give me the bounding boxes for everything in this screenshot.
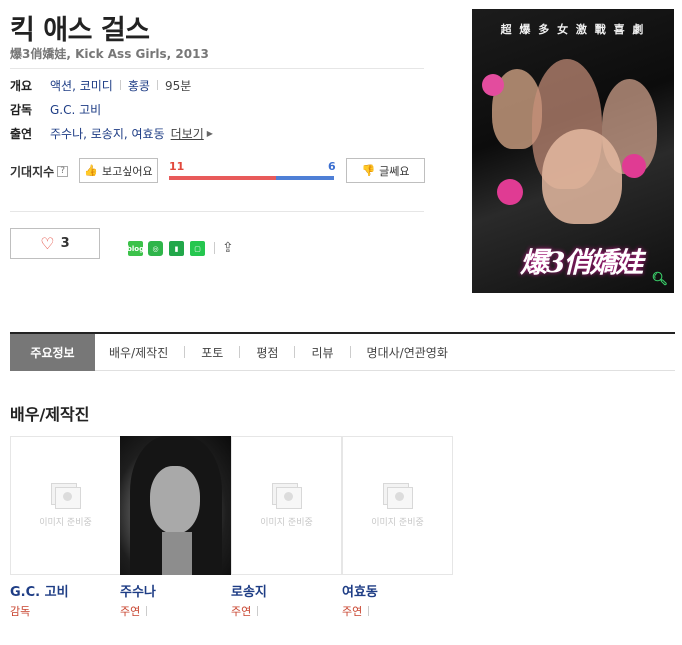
cast-card[interactable]: 이미지 준비중 여효동 주연 bbox=[342, 436, 453, 619]
tab-main-info[interactable]: 주요정보 bbox=[10, 333, 95, 371]
cast-photo-placeholder[interactable]: 이미지 준비중 bbox=[10, 436, 121, 575]
image-placeholder-icon bbox=[382, 483, 413, 509]
tab-cast-crew[interactable]: 배우/제작진 bbox=[109, 334, 168, 371]
share-icon[interactable]: ⇪ bbox=[222, 240, 234, 256]
separator bbox=[368, 606, 370, 616]
cast-name[interactable]: 주수나 bbox=[120, 581, 231, 600]
more-link[interactable]: 더보기 bbox=[171, 125, 204, 142]
movie-poster[interactable]: 超 爆 多 女 激 戰 喜 劇 爆3俏嬌娃 🔍︎ bbox=[472, 9, 674, 293]
want-bar bbox=[169, 176, 276, 180]
cast-name[interactable]: 로송지 bbox=[231, 581, 342, 600]
cast-photo-placeholder[interactable]: 이미지 준비중 bbox=[342, 436, 453, 575]
cast-photo-placeholder[interactable]: 이미지 준비중 bbox=[231, 436, 342, 575]
director-label: 감독 bbox=[10, 102, 33, 117]
tab-review[interactable]: 리뷰 bbox=[311, 334, 333, 371]
cast-row: 출연 주수나, 로송지, 여효동 더보기 ▶ bbox=[10, 124, 213, 142]
blog-label: blog bbox=[126, 244, 145, 253]
separator bbox=[119, 80, 121, 90]
cast-card[interactable]: 이미지 준비중 로송지 주연 bbox=[231, 436, 342, 619]
tab-quotes-related[interactable]: 명대사/연관영화 bbox=[367, 334, 448, 371]
band-share-icon[interactable]: ▢ bbox=[190, 241, 205, 256]
separator bbox=[349, 346, 351, 358]
meh-count: 6 bbox=[328, 160, 336, 173]
separator bbox=[184, 346, 186, 358]
role-text: 감독 bbox=[10, 605, 31, 618]
divider bbox=[10, 211, 424, 212]
separator bbox=[257, 606, 259, 616]
separator bbox=[146, 606, 148, 616]
cast-card[interactable]: 이미지 준비중 G.C. 고비 감독 bbox=[10, 436, 121, 619]
cast-role: 주연 bbox=[342, 603, 453, 619]
want-label: 보고싶어요 bbox=[102, 164, 153, 178]
boxing-glove bbox=[622, 154, 646, 178]
movie-title: 킥 애스 걸스 bbox=[10, 15, 150, 46]
cast-photo[interactable] bbox=[120, 436, 231, 575]
image-placeholder-icon bbox=[50, 483, 81, 509]
want-to-see-button[interactable]: 👍 보고싶어요 bbox=[79, 158, 158, 183]
role-text: 주연 bbox=[120, 605, 141, 618]
placeholder-text: 이미지 준비중 bbox=[260, 518, 313, 528]
expect-label-text: 기대지수 bbox=[10, 165, 55, 179]
cast-link[interactable]: 주수나, 로송지, 여효동 bbox=[50, 125, 165, 142]
tab-rating[interactable]: 평점 bbox=[256, 334, 278, 371]
section-title: 배우/제작진 bbox=[10, 405, 90, 424]
director-link[interactable]: G.C. 고비 bbox=[50, 101, 101, 118]
want-count: 11 bbox=[169, 160, 185, 173]
separator bbox=[294, 346, 296, 358]
genre-link[interactable]: 액션, 코미디 bbox=[50, 77, 113, 94]
meh-bar bbox=[276, 176, 334, 180]
divider bbox=[10, 68, 424, 69]
movie-subtitle: 爆3俏嬌娃, Kick Ass Girls, 2013 bbox=[10, 47, 209, 61]
country-link[interactable]: 홍콩 bbox=[128, 77, 150, 94]
triangle-right-icon: ▶ bbox=[206, 128, 213, 138]
poster-tagline: 超 爆 多 女 激 戰 喜 劇 bbox=[500, 23, 646, 36]
tab-bar: 주요정보 배우/제작진 포토 평점 리뷰 명대사/연관영화 bbox=[10, 332, 675, 371]
cast-label: 출연 bbox=[10, 126, 33, 141]
expect-label: 기대지수 ? bbox=[10, 163, 69, 180]
cast-role: 주연 bbox=[120, 603, 231, 619]
search-icon[interactable]: 🔍︎ bbox=[651, 272, 668, 287]
director-row: 감독 G.C. 고비 bbox=[10, 100, 101, 118]
placeholder-text: 이미지 준비중 bbox=[39, 518, 92, 528]
image-placeholder-icon bbox=[271, 483, 302, 509]
cast-role: 주연 bbox=[231, 603, 342, 619]
runtime: 95분 bbox=[164, 78, 192, 93]
meh-button[interactable]: 👎 글쎄요 bbox=[346, 158, 425, 183]
overview-row: 개요 액션, 코미디 홍콩 95분 bbox=[10, 76, 191, 94]
cast-name[interactable]: G.C. 고비 bbox=[10, 581, 121, 600]
bookmark-share-icon[interactable]: ▮ bbox=[169, 241, 184, 256]
thumbs-up-icon: 👍 bbox=[84, 164, 99, 177]
cast-card[interactable]: 주수나 주연 bbox=[120, 436, 231, 619]
heart-icon: ♡ bbox=[40, 234, 55, 253]
help-icon[interactable]: ? bbox=[57, 166, 69, 177]
meh-label: 글쎄요 bbox=[379, 164, 410, 178]
cafe-share-icon[interactable]: ◎ bbox=[148, 241, 163, 256]
tab-photo[interactable]: 포토 bbox=[201, 334, 223, 371]
role-text: 주연 bbox=[231, 605, 252, 618]
cast-role: 감독 bbox=[10, 603, 121, 619]
role-text: 주연 bbox=[342, 605, 363, 618]
placeholder-text: 이미지 준비중 bbox=[371, 518, 424, 528]
separator bbox=[156, 80, 158, 90]
like-count: 3 bbox=[60, 236, 70, 251]
overview-label: 개요 bbox=[10, 78, 33, 93]
separator bbox=[239, 346, 241, 358]
boxing-glove bbox=[497, 179, 523, 205]
cast-name[interactable]: 여효동 bbox=[342, 581, 453, 600]
poster-logo: 爆3俏嬌娃 bbox=[520, 246, 643, 279]
blog-share-icon[interactable]: blog bbox=[126, 241, 145, 256]
separator bbox=[214, 242, 215, 254]
thumbs-down-icon: 👎 bbox=[361, 164, 376, 177]
poster-figure bbox=[542, 129, 622, 224]
like-button[interactable]: ♡ 3 bbox=[10, 228, 100, 259]
boxing-glove bbox=[482, 74, 504, 96]
